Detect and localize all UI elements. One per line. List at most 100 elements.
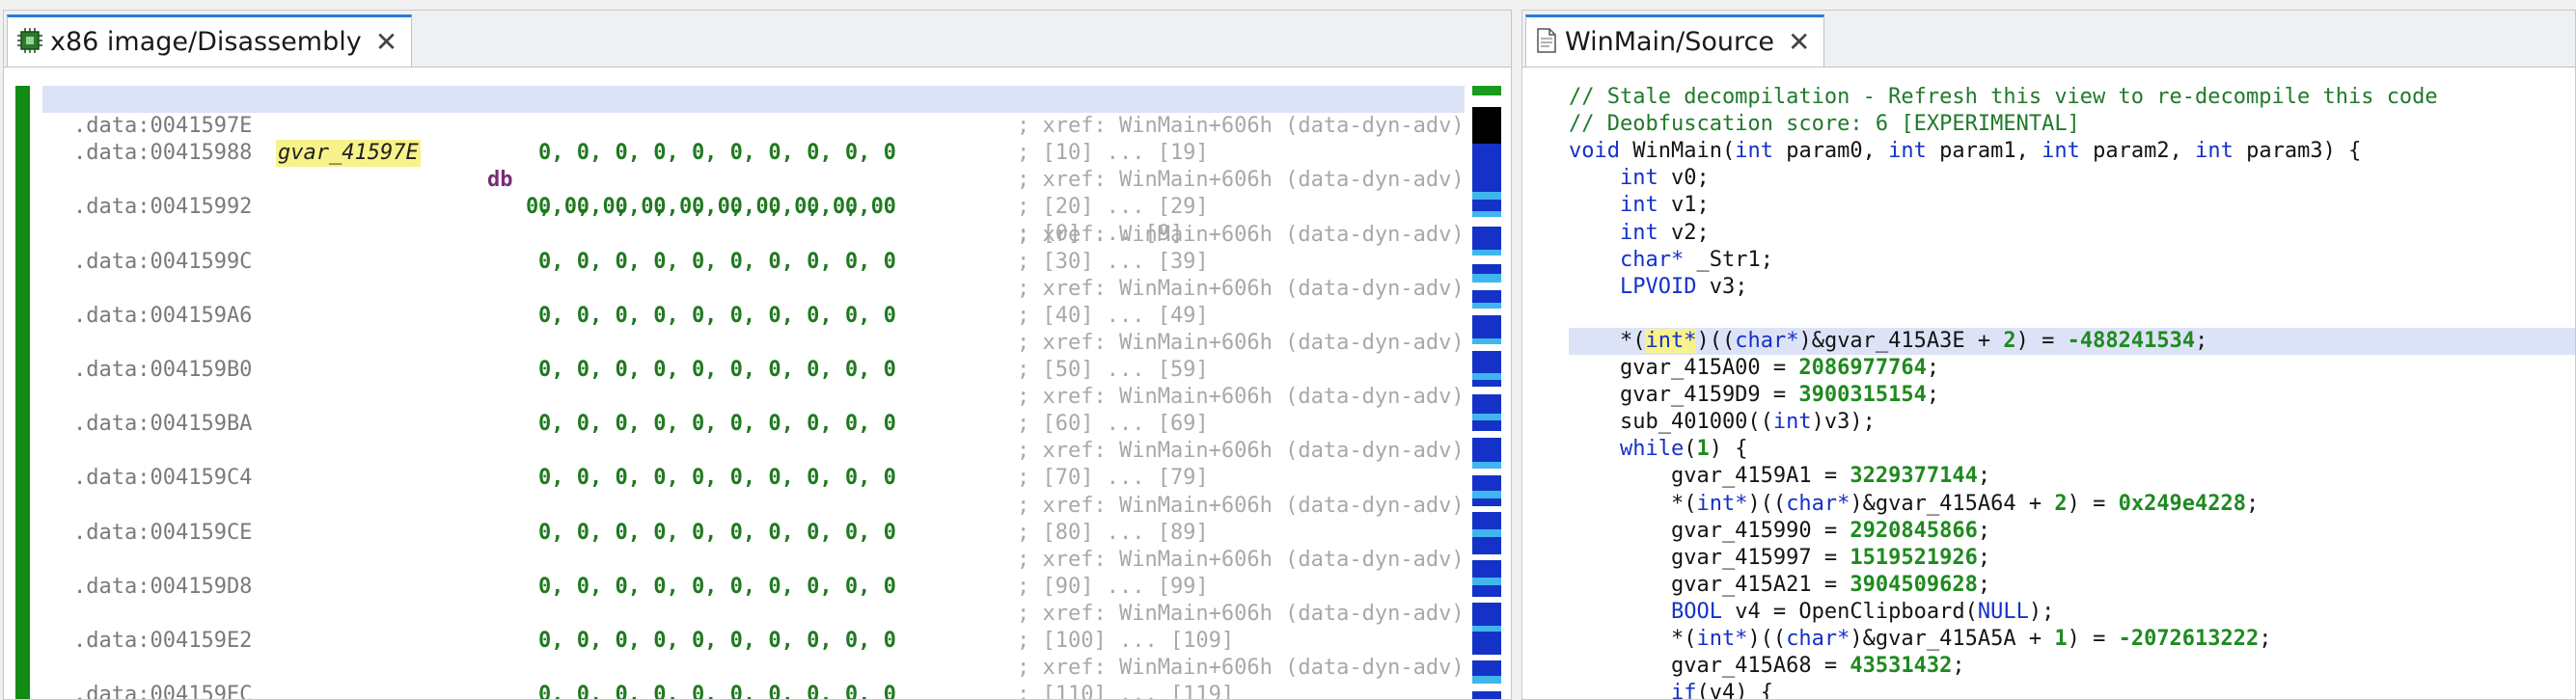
- disassembly-listing[interactable]: .data:0041597E gvar_41597E db 0, 0, 0, 0…: [42, 86, 1465, 699]
- disasm-xref-row[interactable]: ; xref: WinMain+606h (data-dyn-adv): [42, 113, 1465, 140]
- disasm-address: .data:0041599C: [73, 249, 253, 274]
- xref-comment[interactable]: ; xref: WinMain+606h (data-dyn-adv): [1017, 113, 1465, 140]
- source-line[interactable]: char* _Str1;: [1569, 247, 2575, 274]
- code-keyword: char*: [1786, 627, 1850, 651]
- source-tabbar: WinMain/Source ✕: [1522, 11, 2575, 67]
- disasm-row[interactable]: .data:004159BA 0, 0, 0, 0, 0, 0, 0, 0, 0,…: [42, 411, 1465, 438]
- disasm-comment: ; [100] ... [109]: [1017, 629, 1235, 653]
- source-line[interactable]: *(int*)((char*)&gvar_415A3E + 2) = -4882…: [1569, 327, 2575, 355]
- disasm-xref-row[interactable]: ; xref: WinMain+606h (data-dyn-adv): [42, 384, 1465, 411]
- source-line[interactable]: gvar_415990 = 2920845866;: [1569, 518, 2575, 545]
- disasm-row[interactable]: .data:00415992 0, 0, 0, 0, 0, 0, 0, 0, 0,…: [42, 194, 1465, 221]
- tab-source[interactable]: WinMain/Source ✕: [1525, 14, 1825, 67]
- disasm-row[interactable]: .data:004159A6 0, 0, 0, 0, 0, 0, 0, 0, 0,…: [42, 303, 1465, 330]
- source-line[interactable]: int v0;: [1569, 165, 2575, 192]
- source-line[interactable]: // Deobfuscation score: 6 [EXPERIMENTAL]: [1569, 111, 2575, 138]
- disasm-comment: ; [70] ... [79]: [1017, 466, 1209, 491]
- source-line[interactable]: LPVOID v3;: [1569, 274, 2575, 301]
- disasm-xref-row[interactable]: ; xref: WinMain+606h (data-dyn-adv): [42, 276, 1465, 303]
- source-pane: WinMain/Source ✕ // Stale decompilation …: [1521, 10, 2576, 700]
- code-keyword: BOOL: [1670, 599, 1722, 624]
- code-text: ) {: [1709, 437, 1748, 462]
- code-text: ;: [1977, 572, 1991, 597]
- disasm-xref-row[interactable]: ; xref: WinMain+606h (data-dyn-adv): [42, 330, 1465, 357]
- scrollbar-band: [1472, 438, 1501, 462]
- xref-comment[interactable]: ; xref: WinMain+606h (data-dyn-adv): [1017, 276, 1465, 303]
- disasm-values: 0, 0, 0, 0, 0, 0, 0, 0, 0, 0: [538, 466, 896, 491]
- code-keyword: int*: [1696, 627, 1748, 651]
- code-text: gvar_415A21 =: [1569, 572, 1850, 597]
- scrollbar-band: [1472, 283, 1501, 290]
- source-line[interactable]: int v2;: [1569, 220, 2575, 247]
- source-line[interactable]: gvar_4159D9 = 3900315154;: [1569, 382, 2575, 409]
- source-line[interactable]: sub_401000((int)v3);: [1569, 409, 2575, 436]
- source-line[interactable]: // Stale decompilation - Refresh this vi…: [1569, 84, 2575, 111]
- code-text: gvar_415A00 =: [1569, 356, 1799, 380]
- code-keyword: char*: [1619, 247, 1685, 272]
- disasm-values: 0, 0, 0, 0, 0, 0, 0, 0, 0, 0: [538, 683, 896, 700]
- scrollbar-band: [1472, 315, 1501, 338]
- xref-comment[interactable]: ; xref: WinMain+606h (data-dyn-adv): [1017, 601, 1465, 628]
- disasm-row[interactable]: .data:004159C4 0, 0, 0, 0, 0, 0, 0, 0, 0,…: [42, 465, 1465, 492]
- source-line[interactable]: gvar_415A21 = 3904509628;: [1569, 572, 2575, 599]
- source-line[interactable]: while(1) {: [1569, 436, 2575, 463]
- disasm-row[interactable]: .data:004159E2 0, 0, 0, 0, 0, 0, 0, 0, 0,…: [42, 628, 1465, 655]
- disasm-xref-row[interactable]: ; xref: WinMain+606h (data-dyn-adv): [42, 601, 1465, 628]
- disasm-row[interactable]: .data:00415988 0, 0, 0, 0, 0, 0, 0, 0, 0,…: [42, 140, 1465, 167]
- source-line[interactable]: int v1;: [1569, 192, 2575, 219]
- code-text: v2;: [1658, 220, 1710, 245]
- xref-comment[interactable]: ; xref: WinMain+606h (data-dyn-adv): [1017, 438, 1465, 465]
- code-number: -2072613222: [2118, 627, 2260, 651]
- code-keyword: char*: [1735, 328, 1799, 353]
- overview-scrollbar[interactable]: [1472, 86, 1501, 699]
- disasm-xref-row[interactable]: ; xref: WinMain+606h (data-dyn-adv): [42, 222, 1465, 249]
- disasm-xref-row[interactable]: ; xref: WinMain+606h (data-dyn-adv): [42, 655, 1465, 682]
- close-icon[interactable]: ✕: [375, 28, 397, 56]
- source-body: // Stale decompilation - Refresh this vi…: [1522, 70, 2575, 699]
- code-number: 43531432: [1850, 654, 1953, 679]
- source-line[interactable]: if(v4) {: [1569, 680, 2575, 699]
- code-text: *(: [1569, 627, 1697, 651]
- code-keyword: int: [2195, 139, 2233, 164]
- source-line[interactable]: *(int*)((char*)&gvar_415A5A + 1) = -2072…: [1569, 626, 2575, 653]
- scrollbar-band: [1472, 192, 1501, 200]
- xref-comment[interactable]: ; xref: WinMain+606h (data-dyn-adv): [1017, 655, 1465, 682]
- disasm-comment: ; [80] ... [89]: [1017, 520, 1209, 545]
- code-number: 2: [2054, 491, 2068, 516]
- disasm-xref-row[interactable]: ; xref: WinMain+606h (data-dyn-adv): [42, 547, 1465, 574]
- disasm-xref-row[interactable]: ; xref: WinMain+606h (data-dyn-adv): [42, 493, 1465, 520]
- source-line[interactable]: [1569, 301, 2575, 328]
- xref-comment[interactable]: ; xref: WinMain+606h (data-dyn-adv): [1017, 384, 1465, 411]
- disasm-row-selected[interactable]: .data:0041597E gvar_41597E db 0, 0, 0, 0…: [42, 86, 1465, 246]
- xref-comment[interactable]: ; xref: WinMain+606h (data-dyn-adv): [1017, 167, 1465, 194]
- disasm-values: 0, 0, 0, 0, 0, 0, 0, 0, 0, 0: [538, 249, 896, 274]
- code-text: gvar_415990 =: [1569, 518, 1850, 543]
- code-text: ) =: [2067, 627, 2119, 651]
- tab-disassembly[interactable]: x86 image/Disassembly ✕: [7, 14, 413, 67]
- xref-comment[interactable]: ; xref: WinMain+606h (data-dyn-adv): [1017, 330, 1465, 357]
- source-line[interactable]: gvar_415997 = 1519521926;: [1569, 545, 2575, 572]
- disasm-row[interactable]: .data:004159B0 0, 0, 0, 0, 0, 0, 0, 0, 0,…: [42, 357, 1465, 384]
- scrollbar-band: [1472, 394, 1501, 414]
- disasm-row[interactable]: .data:004159CE 0, 0, 0, 0, 0, 0, 0, 0, 0,…: [42, 520, 1465, 547]
- code-text: gvar_4159D9 =: [1569, 383, 1799, 408]
- source-line[interactable]: gvar_415A00 = 2086977764;: [1569, 355, 2575, 382]
- source-line[interactable]: gvar_4159A1 = 3229377144;: [1569, 463, 2575, 490]
- xref-comment[interactable]: ; xref: WinMain+606h (data-dyn-adv): [1017, 547, 1465, 574]
- disasm-values: 0, 0, 0, 0, 0, 0, 0, 0, 0, 0: [538, 141, 896, 166]
- xref-comment[interactable]: ; xref: WinMain+606h (data-dyn-adv): [1017, 222, 1465, 249]
- xref-comment[interactable]: ; xref: WinMain+606h (data-dyn-adv): [1017, 493, 1465, 520]
- disasm-row[interactable]: .data:0041599C 0, 0, 0, 0, 0, 0, 0, 0, 0,…: [42, 249, 1465, 276]
- scrollbar-band: [1472, 491, 1501, 498]
- disasm-xref-row[interactable]: ; xref: WinMain+606h (data-dyn-adv): [42, 167, 1465, 194]
- source-line[interactable]: BOOL v4 = OpenClipboard(NULL);: [1569, 599, 2575, 626]
- close-icon[interactable]: ✕: [1788, 28, 1810, 56]
- disasm-row[interactable]: .data:004159D8 0, 0, 0, 0, 0, 0, 0, 0, 0,…: [42, 574, 1465, 601]
- disasm-xref-row[interactable]: ; xref: WinMain+606h (data-dyn-adv): [42, 438, 1465, 465]
- disasm-row[interactable]: .data:004159EC 0, 0, 0, 0, 0, 0, 0, 0, 0,…: [42, 682, 1465, 700]
- source-line[interactable]: gvar_415A68 = 43531432;: [1569, 653, 2575, 680]
- source-line[interactable]: void WinMain(int param0, int param1, int…: [1569, 138, 2575, 165]
- source-line[interactable]: *(int*)((char*)&gvar_415A64 + 2) = 0x249…: [1569, 491, 2575, 518]
